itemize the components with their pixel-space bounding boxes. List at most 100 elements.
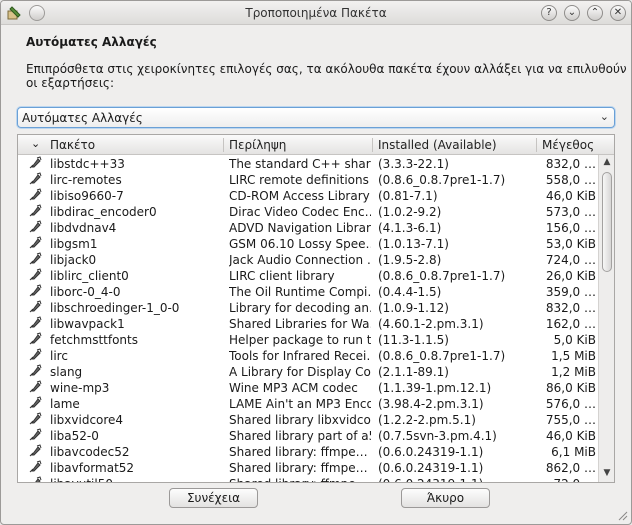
help-button[interactable]: ? [541, 5, 557, 21]
table-row[interactable]: libdvdnav4 ADVD Navigation Library (4.1.3-… [18, 220, 600, 236]
changed-status-icon [28, 364, 42, 381]
table-body: libstdc++33 The standard C++ shar… (3.3.3-… [18, 156, 600, 482]
table-row[interactable]: lirc-remotes LIRC remote definitions (0.8.… [18, 172, 600, 188]
description-text: Επιπρόσθετα στις χειροκίνητες επιλογές σ… [26, 62, 627, 90]
package-summary: Helper package to run t… [229, 333, 371, 347]
table-row[interactable]: liblirc_client0 LIRC client library (0.8.6… [18, 268, 600, 284]
table-row[interactable]: liborc-0_4-0 The Oil Runtime Compi… (0.4.4… [18, 284, 600, 300]
table-header: ⌄ Πακέτο Περίληψη Installed (Available) … [18, 135, 614, 155]
column-divider[interactable] [223, 138, 224, 152]
package-name: lirc-remotes [50, 173, 122, 187]
packages-table: ⌄ Πακέτο Περίληψη Installed (Available) … [17, 134, 615, 483]
table-row[interactable]: slang A Library for Display Co… (2.1.1-89.… [18, 364, 600, 380]
table-row[interactable]: libavutil50 Shared library: ffmpe… (0.6.0.… [18, 476, 600, 482]
table-row[interactable]: libjack0 Jack Audio Connection … (1.9.5-2.… [18, 252, 600, 268]
changed-status-icon [28, 252, 42, 269]
package-size: 359,0 … [545, 285, 596, 299]
package-name: libgsm1 [50, 237, 98, 251]
table-row[interactable]: fetchmsttfonts Helper package to run t… (1… [18, 332, 600, 348]
package-size: 576,0 … [545, 397, 596, 411]
package-size: 558,0 … [545, 173, 596, 187]
package-name: libiso9660-7 [50, 189, 124, 203]
changed-status-icon [28, 204, 42, 221]
maximize-button[interactable]: ⌃ [587, 5, 603, 21]
package-summary: The standard C++ shar… [229, 157, 371, 171]
column-divider[interactable] [536, 138, 537, 152]
scroll-down-arrow-icon[interactable]: ▼ [601, 468, 613, 480]
minimize-button[interactable]: ⌄ [564, 5, 580, 21]
table-row[interactable]: wine-mp3 Wine MP3 ACM codec (1.1.39-1.pm.1… [18, 380, 600, 396]
package-version: (3.3.3-22.1) [378, 157, 449, 171]
scrollbar-thumb[interactable] [602, 172, 612, 272]
package-name: liborc-0_4-0 [50, 285, 121, 299]
package-version: (3.98.4-2.pm.3.1) [378, 397, 484, 411]
changed-status-icon [28, 380, 42, 397]
package-summary: Jack Audio Connection … [229, 253, 371, 267]
table-row[interactable]: libgsm1 GSM 06.10 Lossy Spee… (1.0.13-7.1)… [18, 236, 600, 252]
column-header-package[interactable]: Πακέτο [50, 138, 95, 152]
change-type-combobox[interactable]: Αυτόματες Αλλαγές ⌄ [17, 107, 615, 128]
package-name: libschroedinger-1_0-0 [50, 301, 180, 315]
changed-status-icon [28, 316, 42, 333]
package-name: libjack0 [50, 253, 97, 267]
package-summary: Shared Libraries for Wa… [229, 317, 371, 331]
package-size: 6,1 MiB [551, 445, 596, 459]
cancel-button[interactable]: Άκυρο [401, 488, 490, 508]
package-name: wine-mp3 [50, 381, 110, 395]
column-header-summary[interactable]: Περίληψη [229, 138, 286, 152]
table-row[interactable]: libxvidcore4 Shared library libxvidcore (1… [18, 412, 600, 428]
package-version: (1.2.2-2.pm.5.1) [378, 413, 476, 427]
table-row[interactable]: libavcodec52 Shared library: ffmpe… (0.6.0… [18, 444, 600, 460]
package-version: (0.6.0.24319-1.1) [378, 445, 484, 459]
scroll-up-arrow-icon[interactable]: ▲ [601, 157, 613, 169]
changed-status-icon [28, 412, 42, 429]
package-size: 46,0 KiB [546, 189, 596, 203]
table-row[interactable]: lirc Tools for Infrared Recei… (0.8.6_0.8.… [18, 348, 600, 364]
continue-button[interactable]: Συνέχεια [169, 488, 258, 508]
package-summary: LIRC remote definitions [229, 173, 369, 187]
sort-chevron-icon[interactable]: ⌄ [31, 137, 40, 150]
package-name: lame [50, 397, 80, 411]
close-button[interactable]: ✕ [610, 5, 626, 21]
resize-grip-icon[interactable] [618, 511, 628, 521]
package-version: (0.7.5svn-3.pm.4.1) [378, 429, 497, 443]
package-name: libavcodec52 [50, 445, 130, 459]
package-size: 755,0 … [545, 413, 596, 427]
package-version: (0.4.4-1.5) [378, 285, 442, 299]
package-summary: Shared library: ffmpe… [229, 445, 368, 459]
package-version: (1.0.2-9.2) [378, 205, 442, 219]
column-header-installed[interactable]: Installed (Available) [378, 138, 497, 152]
changed-status-icon [28, 300, 42, 317]
table-row[interactable]: libstdc++33 The standard C++ shar… (3.3.3-… [18, 156, 600, 172]
table-row[interactable]: libwavpack1 Shared Libraries for Wa… (4.60… [18, 316, 600, 332]
package-summary: Tools for Infrared Recei… [229, 349, 371, 363]
changed-status-icon [28, 268, 42, 285]
table-row[interactable]: libavformat52 Shared library: ffmpe… (0.6.… [18, 460, 600, 476]
column-header-size[interactable]: Μέγεθος [542, 138, 594, 152]
window-title: Τροποποιημένα Πακέτα [245, 6, 387, 20]
package-version: (0.81-7.1) [378, 189, 438, 203]
table-row[interactable]: libschroedinger-1_0-0 Library for decodin… [18, 300, 600, 316]
package-version: (0.8.6_0.8.7pre1-1.7) [378, 349, 506, 363]
title-bar[interactable]: Τροποποιημένα Πακέτα ? ⌄ ⌃ ✕ [1, 1, 631, 25]
changed-status-icon [28, 476, 42, 482]
package-version: (11.3-1.1.5) [378, 333, 449, 347]
table-row[interactable]: liba52-0 Shared library part of a5… (0.7.5… [18, 428, 600, 444]
package-summary: LAME Ain't an MP3 Enco… [229, 397, 371, 411]
package-version: (2.1.1-89.1) [378, 365, 449, 379]
vertical-scrollbar[interactable]: ▲ ▼ [598, 155, 614, 482]
column-divider[interactable] [372, 138, 373, 152]
package-size: 5,0 KiB [553, 333, 596, 347]
package-size: 832,0 … [545, 301, 596, 315]
table-row[interactable]: lame LAME Ain't an MP3 Enco… (3.98.4-2.pm.… [18, 396, 600, 412]
package-name: liblirc_client0 [50, 269, 129, 283]
package-name: slang [50, 365, 83, 379]
table-row[interactable]: libiso9660-7 CD-ROM Access Library (0.81-7… [18, 188, 600, 204]
table-row[interactable]: libdirac_encoder0 Dirac Video Codec Enc… (… [18, 204, 600, 220]
changed-status-icon [28, 220, 42, 237]
changed-status-icon [28, 172, 42, 189]
package-summary: CD-ROM Access Library [229, 189, 370, 203]
package-summary: GSM 06.10 Lossy Spee… [229, 237, 371, 251]
package-version: (4.60.1-2.pm.3.1) [378, 317, 484, 331]
dialog-window: Τροποποιημένα Πακέτα ? ⌄ ⌃ ✕ Αυτόματες Α… [0, 0, 632, 525]
